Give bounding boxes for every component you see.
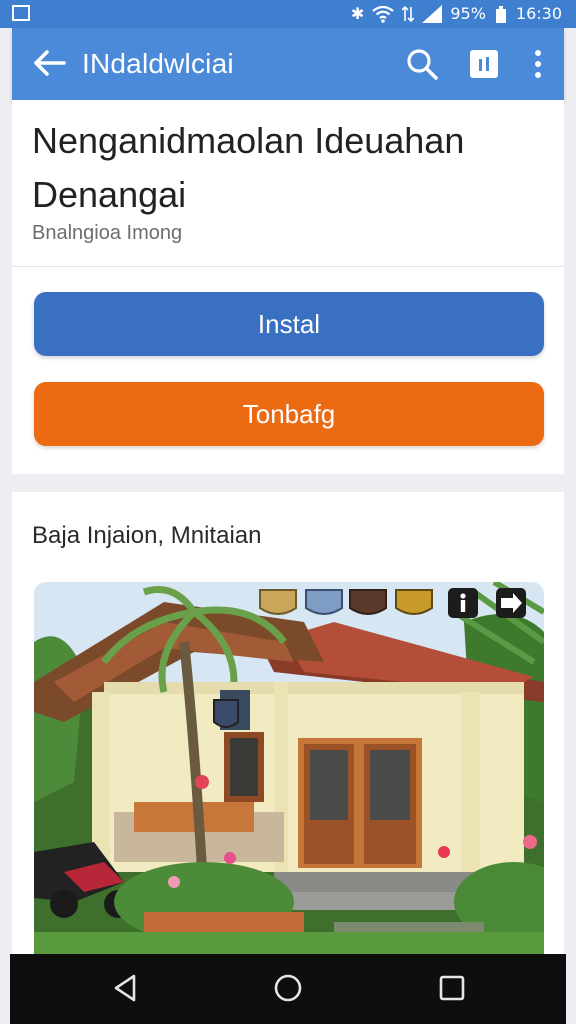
battery-percent: 95% [450,4,486,23]
status-bar: ✱ 95% 16:30 [0,0,576,28]
nav-back-icon[interactable] [110,972,142,1004]
data-transfer-icon [402,5,415,22]
app-name-heading: Nenganidmaolan Ideuahan Denangai [32,120,465,215]
nav-recents-icon[interactable] [436,972,468,1004]
bluetooth-icon: ✱ [350,4,365,23]
divider [12,266,564,267]
install-button[interactable]: Instal [34,292,544,356]
app-title: INdaldwlciai [82,48,234,79]
status-icons: ✱ 95% 16:30 [351,4,562,23]
back-arrow-icon[interactable] [32,48,66,78]
system-navigation-bar [10,954,566,1024]
app-header-card: Nenganidmaolan Ideuahan Denangai Bnalngi… [12,100,564,474]
next-arrow-icon[interactable] [496,588,526,618]
clock: 16:30 [515,4,562,23]
more-options-icon[interactable] [532,48,544,80]
nav-home-icon[interactable] [272,972,304,1004]
gallery-card: Baja Injaion, Mnitaian [12,492,564,954]
info-icon[interactable] [448,588,478,618]
share-icon[interactable] [470,50,498,78]
developer-name[interactable]: Bnalngioa Imong [32,222,182,245]
secondary-action-button[interactable]: Tonbafg [34,382,544,446]
signal-icon [422,4,443,23]
battery-icon [494,5,508,23]
house-photo[interactable] [34,582,544,954]
search-icon[interactable] [406,48,438,80]
image-notification-icon [12,5,30,21]
app-bar: INdaldwlciai [12,28,564,100]
gallery-heading: Baja Injaion, Mnitaian [32,522,262,549]
wifi-icon [372,5,395,23]
